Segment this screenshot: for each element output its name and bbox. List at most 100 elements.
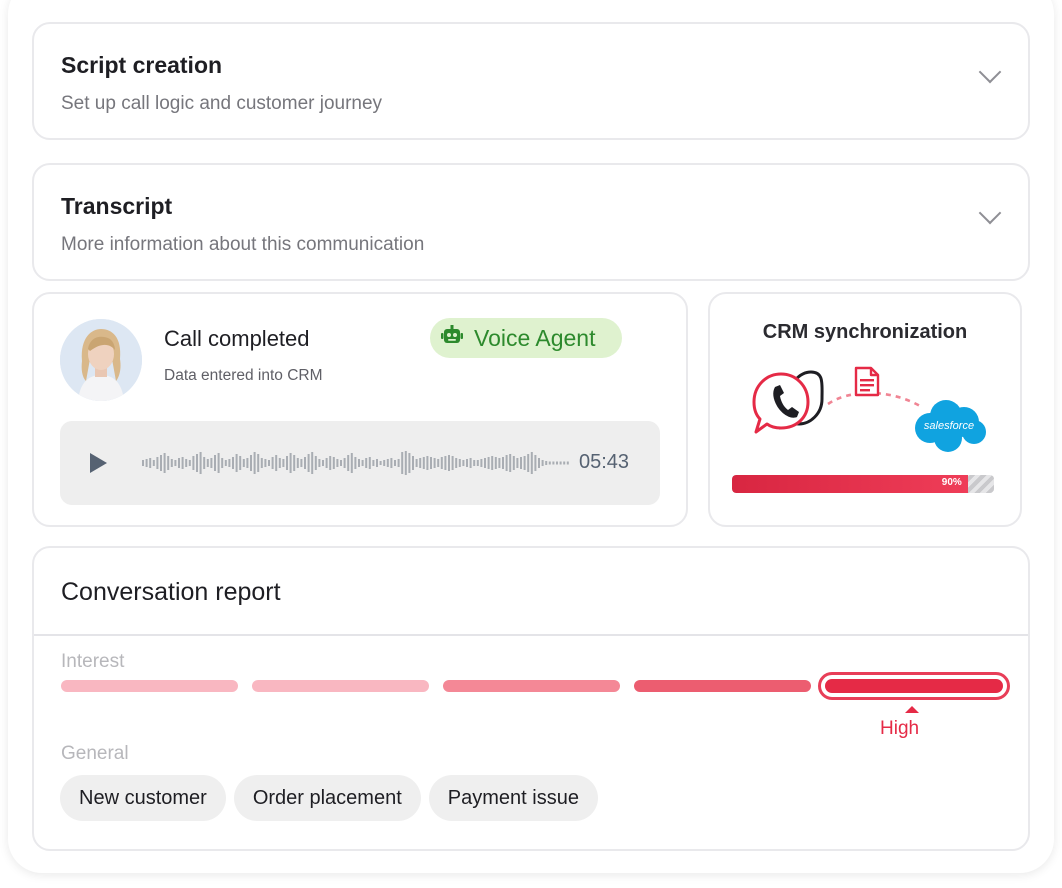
tag-payment-issue[interactable]: Payment issue [428, 775, 598, 821]
waveform-bar [156, 457, 159, 469]
audio-player[interactable]: 05:43 [60, 421, 660, 505]
waveform-bar [203, 457, 206, 469]
waveform-bar [329, 456, 332, 470]
waveform-bar [275, 455, 278, 471]
waveform-bar [196, 454, 198, 472]
waveform-bar [289, 453, 292, 473]
waveform-bar [307, 454, 310, 472]
interest-segment-3 [443, 680, 620, 692]
waveform-bar [523, 456, 526, 470]
waveform-bar [487, 457, 490, 469]
waveform-bar [502, 457, 504, 469]
waveform-bar [512, 456, 515, 470]
waveform-bar [228, 459, 231, 467]
waveform-bar [383, 460, 386, 466]
waveform-bar [386, 459, 389, 467]
interest-label: Interest [61, 651, 125, 672]
crm-sync-card: CRM synchronization salesforce 90% [708, 292, 1022, 527]
crm-sync-progress-label: 90% [941, 477, 962, 488]
waveform-bar [415, 459, 418, 467]
play-icon[interactable] [90, 453, 107, 473]
waveform-bar [505, 455, 508, 471]
waveform-bar [473, 460, 476, 466]
waveform-bar [192, 456, 195, 470]
waveform-bar [246, 458, 249, 468]
waveform-bar [484, 458, 486, 468]
waveform-bar [336, 459, 339, 467]
waveform-bar [206, 459, 209, 467]
interest-segment-5 [825, 679, 1003, 693]
waveform-bar [318, 459, 321, 467]
waveform-bar [224, 460, 227, 466]
waveform-bar [516, 458, 519, 468]
general-tags: New customer Order placement Payment iss… [60, 775, 598, 821]
waveform-bar [170, 459, 173, 467]
waveform-bar [268, 460, 270, 466]
tag-order-placement[interactable]: Order placement [233, 775, 421, 821]
voice-agent-label: Voice Agent [474, 324, 596, 351]
conversation-report-card: Conversation report Interest High Genera… [32, 546, 1030, 851]
waveform-bar [541, 460, 544, 466]
waveform-bar [430, 457, 432, 469]
tag-new-customer[interactable]: New customer [60, 775, 226, 821]
interest-level-label: High [880, 718, 920, 739]
waveform-bar [469, 458, 472, 468]
waveform-bar [358, 459, 360, 467]
waveform-bar [149, 458, 152, 468]
waveform-bar [451, 456, 454, 470]
crm-sync-progress: 90% [732, 475, 994, 493]
waveform-bar [361, 460, 364, 466]
waveform-bar [437, 459, 440, 467]
transcript-accordion[interactable]: Transcript More information about this c… [32, 163, 1030, 281]
waveform-bar [174, 460, 177, 466]
waveform-bar [498, 458, 501, 468]
waveform-bar [271, 457, 274, 469]
crm-sync-illustration: salesforce [752, 366, 986, 452]
waveform-bar [142, 460, 144, 466]
waveform[interactable] [142, 446, 572, 480]
waveform-bar [314, 456, 317, 470]
waveform-bar [548, 461, 551, 465]
waveform-bar [347, 455, 350, 471]
document-icon [854, 366, 880, 397]
waveform-bar [322, 460, 324, 466]
transcript-subtitle: More information about this communicatio… [61, 234, 425, 255]
waveform-bar [455, 458, 458, 468]
waveform-bar [530, 452, 533, 474]
waveform-bar [343, 458, 346, 468]
waveform-bar [480, 459, 483, 467]
waveform-bar [559, 461, 562, 465]
waveform-bar [466, 459, 468, 467]
waveform-bar [390, 458, 393, 468]
waveform-bar [188, 460, 191, 466]
waveform-bar [494, 457, 497, 469]
waveform-bar [221, 458, 224, 468]
crm-sync-title: CRM synchronization [762, 321, 968, 343]
waveform-bar [422, 457, 425, 469]
waveform-bar [462, 460, 465, 466]
waveform-bar [264, 459, 267, 467]
interest-segment-4 [634, 680, 811, 692]
script-creation-accordion[interactable]: Script creation Set up call logic and cu… [32, 22, 1030, 140]
waveform-bar [167, 456, 170, 470]
script-creation-subtitle: Set up call logic and customer journey [61, 93, 383, 114]
waveform-bar [250, 455, 252, 471]
chevron-down-icon[interactable] [978, 60, 1002, 84]
waveform-bar [412, 456, 414, 470]
script-creation-title: Script creation [61, 52, 223, 78]
waveform-bar [325, 458, 328, 468]
waveform-bar [538, 458, 540, 468]
waveform-bar [440, 457, 443, 469]
waveform-bar [556, 461, 558, 465]
waveform-bar [199, 452, 202, 474]
waveform-bar [257, 454, 260, 472]
waveform-bar [286, 456, 288, 470]
waveform-bar [476, 460, 479, 466]
waveform-bar [160, 455, 162, 471]
call-card: Call completed Data entered into CRM Voi… [32, 292, 688, 527]
waveform-bar [232, 457, 234, 469]
chevron-down-icon[interactable] [978, 201, 1002, 225]
waveform-bar [296, 458, 299, 468]
call-status-subtitle: Data entered into CRM [164, 367, 323, 384]
waveform-bar [379, 461, 382, 465]
